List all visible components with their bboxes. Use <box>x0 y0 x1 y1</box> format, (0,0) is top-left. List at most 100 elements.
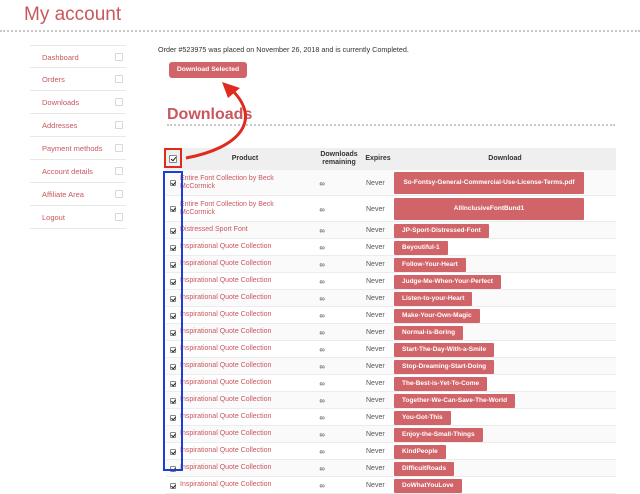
product-link[interactable]: Inspirational Quote Collection <box>180 273 310 290</box>
expires-value: Never <box>366 312 385 319</box>
downloads-remaining: ∞ <box>319 204 325 214</box>
sidebar-item-payment-methods[interactable]: Payment methods <box>30 137 126 160</box>
row-checkbox[interactable] <box>170 482 176 489</box>
expires-value: Never <box>366 244 385 251</box>
download-file-button[interactable]: Judge-Me-When-Your-Perfect <box>394 274 501 289</box>
product-link[interactable]: Inspirational Quote Collection <box>180 426 310 443</box>
download-cell: Stop-Dreaming-Start-Doing <box>394 358 616 375</box>
download-file-button[interactable]: JP-Sport-Distressed-Font <box>394 223 489 238</box>
select-all-highlight <box>164 148 182 168</box>
expires-value: Never <box>366 329 385 336</box>
product-link[interactable]: Inspirational Quote Collection <box>180 324 310 341</box>
sidebar-item-label: Affiliate Area <box>42 190 84 199</box>
sidebar-item-affiliate-area[interactable]: Affiliate Area <box>30 183 126 206</box>
downloads-remaining: ∞ <box>319 260 325 269</box>
download-cell: Make-Your-Own-Magic <box>394 307 616 324</box>
order-status-text: Order #523975 was placed on November 26,… <box>158 45 409 54</box>
download-file-button[interactable]: KindPeople <box>394 444 446 459</box>
download-file-button[interactable]: The-Best-is-Yet-To-Come <box>394 376 488 391</box>
expires-value: Never <box>366 448 385 455</box>
download-file-button[interactable]: Listen-to-your-Heart <box>394 291 473 306</box>
dashboard-icon <box>115 53 123 61</box>
header-product: Product <box>231 155 259 162</box>
download-cell: AllInclusiveFontBund1 <box>394 196 616 222</box>
sidebar-item-orders[interactable]: Orders <box>30 68 126 91</box>
section-divider <box>167 124 615 126</box>
product-link[interactable]: Inspirational Quote Collection <box>180 290 310 307</box>
sidebar-item-label: Addresses <box>42 121 78 130</box>
download-file-button[interactable]: Follow-Your-Heart <box>394 257 466 272</box>
product-link[interactable]: Inspirational Quote Collection <box>180 256 310 273</box>
sidebar-item-label: Downloads <box>42 98 80 107</box>
download-cell: JP-Sport-Distressed-Font <box>394 222 616 239</box>
expires-value: Never <box>366 363 385 370</box>
downloads-remaining: ∞ <box>319 464 325 473</box>
header-download: Download <box>488 155 522 162</box>
download-file-button[interactable]: Normal-is-Boring <box>394 325 464 340</box>
download-file-button[interactable]: Stop-Dreaming-Start-Doing <box>394 359 495 374</box>
product-link[interactable]: Inspirational Quote Collection <box>180 358 310 375</box>
sidebar-item-downloads[interactable]: Downloads <box>30 91 126 114</box>
downloads-remaining: ∞ <box>319 328 325 337</box>
sidebar-item-addresses[interactable]: Addresses <box>30 114 126 137</box>
expires-value: Never <box>366 397 385 404</box>
product-link[interactable]: Distressed Sport Font <box>180 222 310 239</box>
expires-value: Never <box>366 431 385 438</box>
product-link[interactable]: Inspirational Quote Collection <box>180 239 310 256</box>
expires-value: Never <box>366 465 385 472</box>
download-cell: Judge-Me-When-Your-Perfect <box>394 273 616 290</box>
user-icon <box>115 167 123 175</box>
download-file-button[interactable]: Start-The-Day-With-a-Smile <box>394 342 495 357</box>
download-file-button[interactable]: DifficultRoads <box>394 461 455 476</box>
product-link[interactable]: Inspirational Quote Collection <box>180 375 310 392</box>
product-link[interactable]: Entire Font Collection by Beck McCormick <box>180 170 310 196</box>
table-row: Inspirational Quote Collection ∞ Never Beyo… <box>166 239 616 256</box>
download-cell: Start-The-Day-With-a-Smile <box>394 341 616 358</box>
sidebar-item-logout[interactable]: Logout <box>30 206 126 229</box>
downloads-remaining: ∞ <box>319 277 325 286</box>
basket-icon <box>115 75 123 83</box>
download-cell: KindPeople <box>394 443 616 460</box>
expires-value: Never <box>366 261 385 268</box>
table-row: Inspirational Quote Collection ∞ Never Star… <box>166 341 616 358</box>
table-header: Product Downloads remaining Expires Down… <box>166 148 616 170</box>
product-link[interactable]: Inspirational Quote Collection <box>180 460 310 477</box>
download-cell: DifficultRoads <box>394 460 616 477</box>
product-link[interactable]: Inspirational Quote Collection <box>180 409 310 426</box>
product-link[interactable]: Inspirational Quote Collection <box>180 341 310 358</box>
download-cell: You-Got-This <box>394 409 616 426</box>
download-file-button[interactable]: Make-Your-Own-Magic <box>394 308 480 323</box>
downloads-heading: Downloads <box>167 106 253 123</box>
download-file-button[interactable]: So-Fontsy-General-Commercial-Use-License… <box>394 172 584 194</box>
product-link[interactable]: Inspirational Quote Collection <box>180 392 310 409</box>
expires-value: Never <box>366 346 385 353</box>
download-cell: Follow-Your-Heart <box>394 256 616 273</box>
product-link[interactable]: Inspirational Quote Collection <box>180 443 310 460</box>
sidebar-item-label: Account details <box>42 167 93 176</box>
product-link[interactable]: Inspirational Quote Collection <box>180 307 310 324</box>
download-cell: Listen-to-your-Heart <box>394 290 616 307</box>
table-row: Inspirational Quote Collection ∞ Never Kind… <box>166 443 616 460</box>
sidebar-item-account-details[interactable]: Account details <box>30 160 126 183</box>
download-file-button[interactable]: AllInclusiveFontBund1 <box>394 198 584 220</box>
download-file-button[interactable]: You-Got-This <box>394 410 451 425</box>
sidebar-item-dashboard[interactable]: Dashboard <box>30 45 126 68</box>
downloads-remaining: ∞ <box>319 243 325 252</box>
sidebar-item-label: Dashboard <box>42 53 79 62</box>
expires-value: Never <box>366 380 385 387</box>
product-link[interactable]: Entire Font Collection by Beck McCormick <box>180 196 310 222</box>
download-file-button[interactable]: Together-We-Can-Save-The-World <box>394 393 516 408</box>
download-selected-button[interactable]: Download Selected <box>169 62 247 78</box>
download-file-button[interactable]: Enjoy-the-Small-Things <box>394 427 483 442</box>
credit-card-icon <box>115 144 123 152</box>
downloads-remaining: ∞ <box>319 362 325 371</box>
table-row: Inspirational Quote Collection ∞ Never You-… <box>166 409 616 426</box>
table-row: Inspirational Quote Collection ∞ Never Stop… <box>166 358 616 375</box>
downloads-remaining: ∞ <box>319 447 325 456</box>
table-body: Entire Font Collection by Beck McCormick… <box>166 170 616 494</box>
downloads-remaining: ∞ <box>319 413 325 422</box>
download-file-button[interactable]: Beyoutiful-1 <box>394 240 448 255</box>
download-file-button[interactable]: DoWhatYouLove <box>394 478 462 493</box>
expires-value: Never <box>366 414 385 421</box>
table-row: Entire Font Collection by Beck McCormick… <box>166 196 616 222</box>
